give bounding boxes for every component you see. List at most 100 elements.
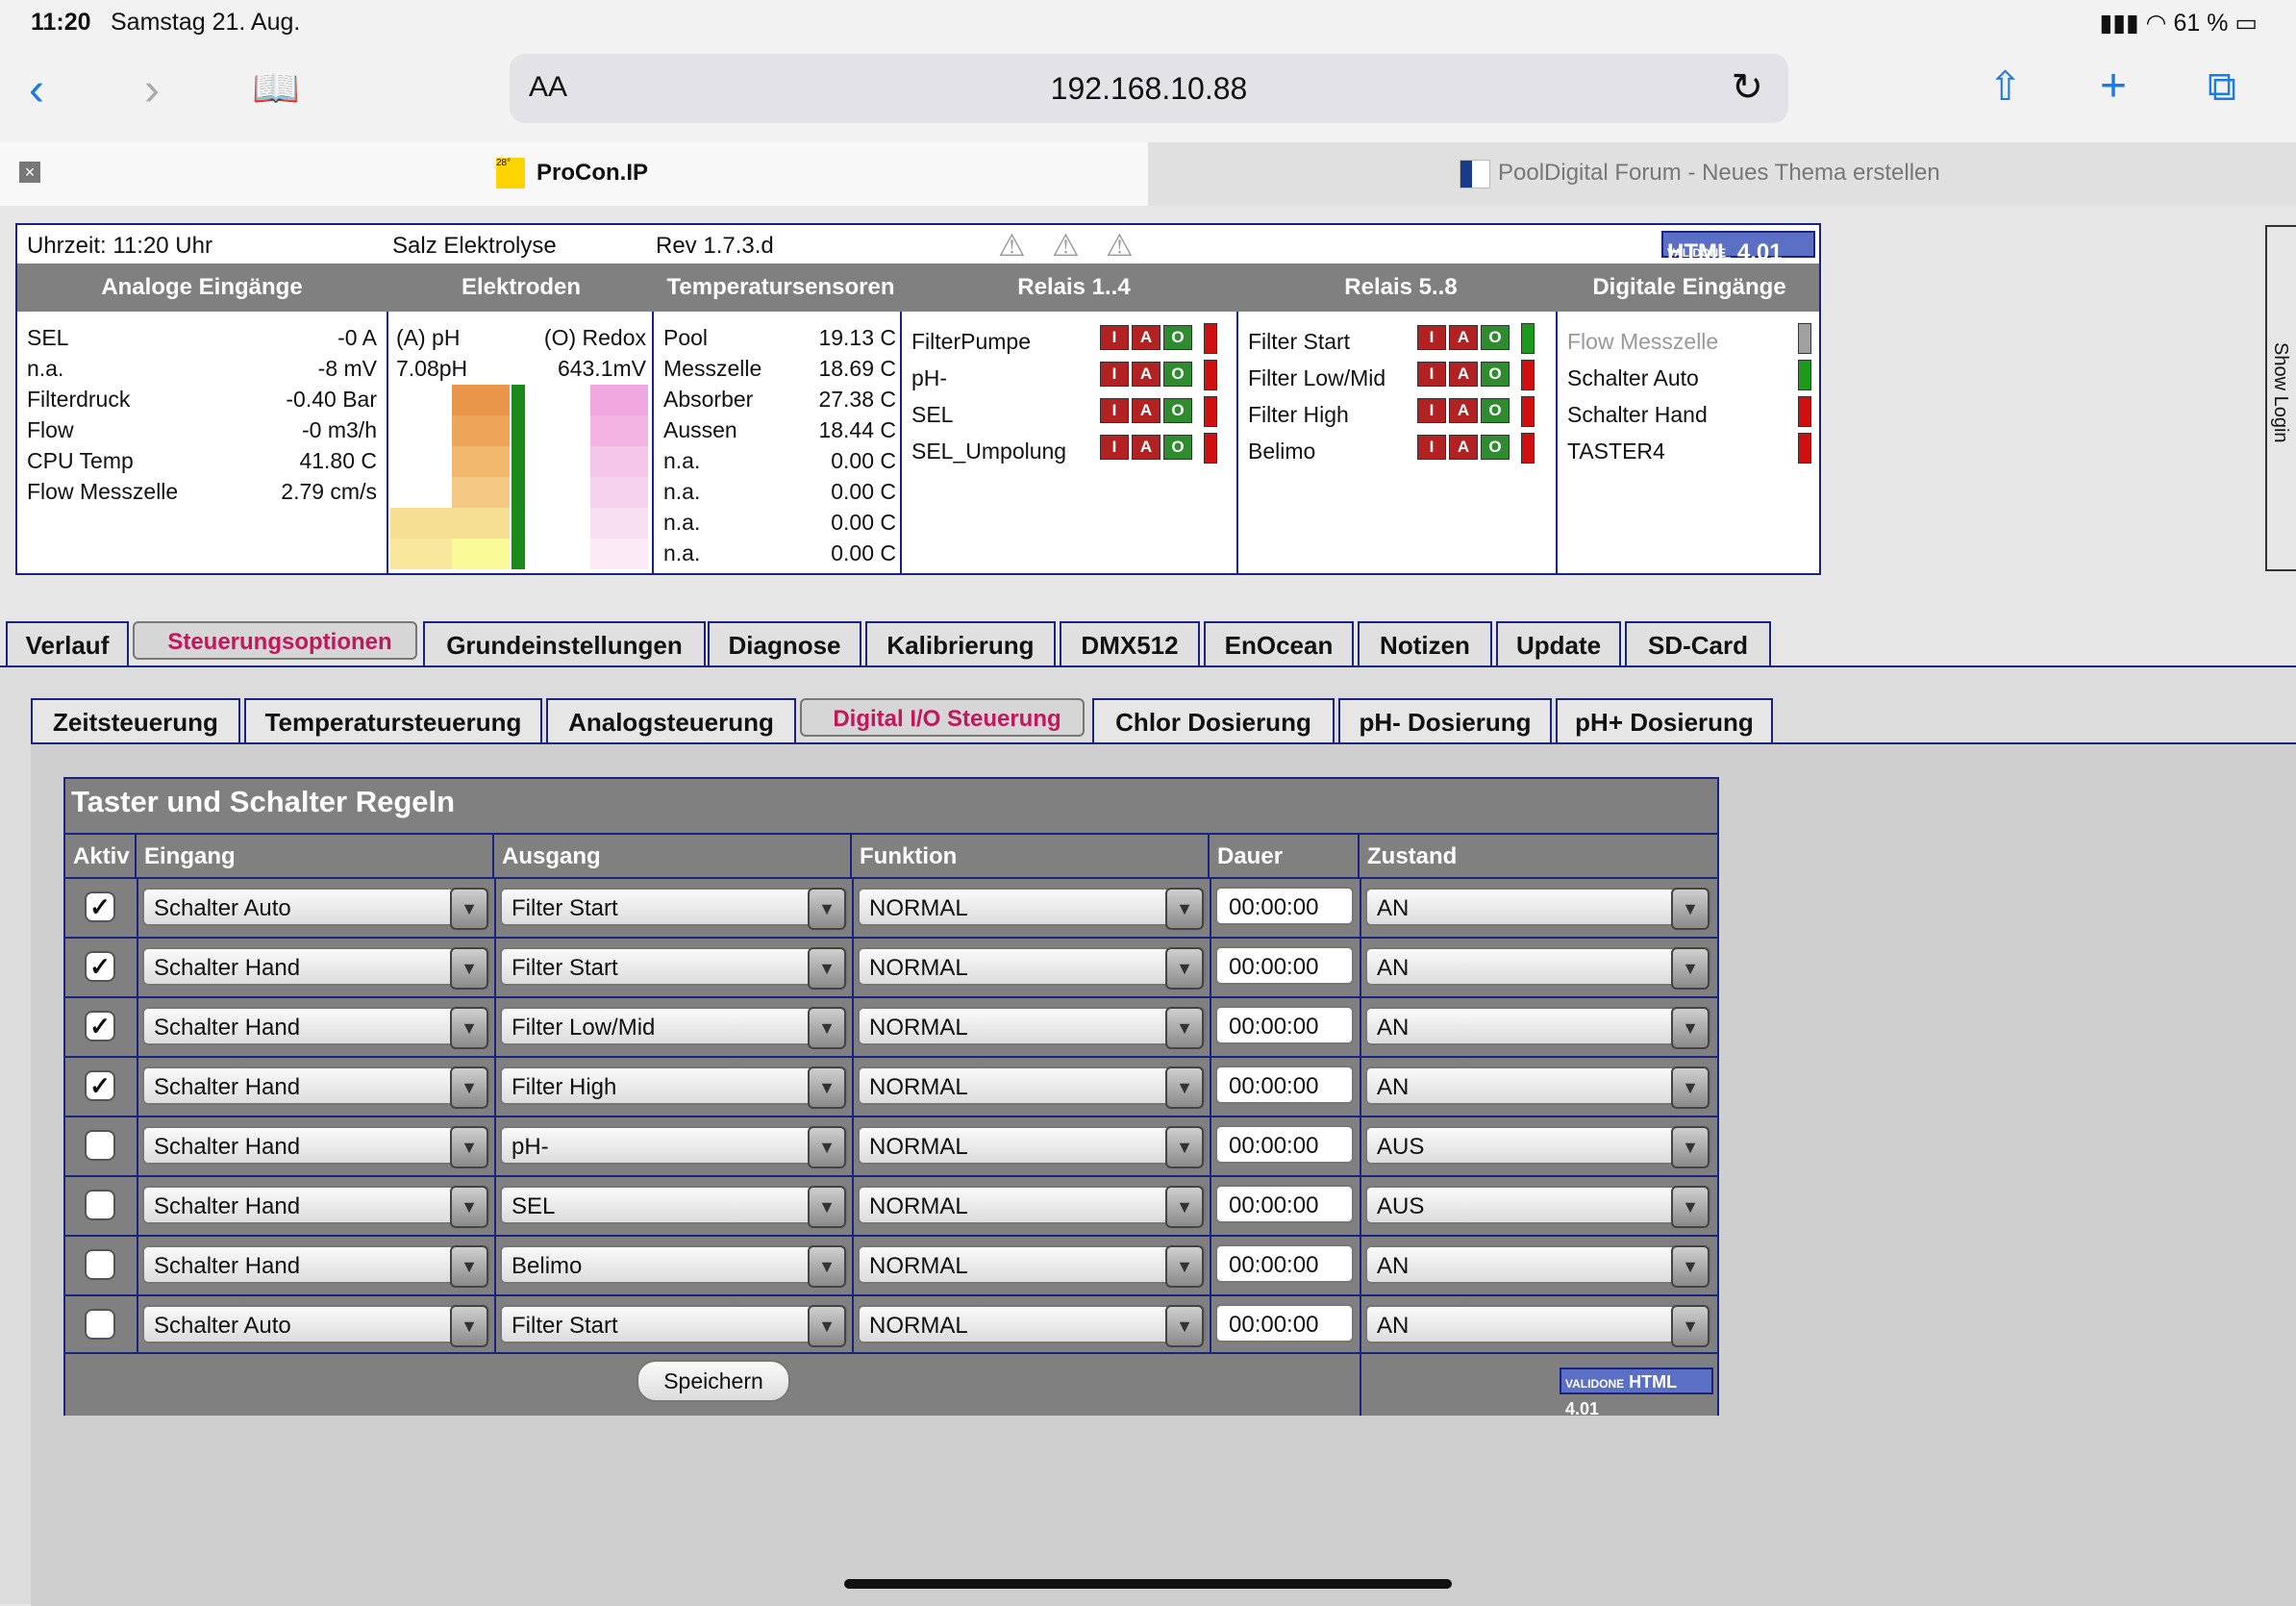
chevron-down-icon[interactable]: ▼ xyxy=(808,947,846,990)
tabs-overview-icon[interactable]: ⧉ xyxy=(2208,63,2236,110)
subtab-chlor-dosierung[interactable]: Chlor Dosierung xyxy=(1092,698,1335,744)
chevron-down-icon[interactable]: ▼ xyxy=(450,1305,488,1347)
chevron-down-icon[interactable]: ▼ xyxy=(1165,947,1204,990)
input-select[interactable]: Schalter Hand ▼ xyxy=(142,1066,490,1109)
relay-switch[interactable]: IAO xyxy=(1100,398,1215,423)
function-select[interactable]: NORMAL ▼ xyxy=(858,1305,1206,1347)
chevron-down-icon[interactable]: ▼ xyxy=(1165,1245,1204,1288)
relay-auto-button[interactable]: A xyxy=(1132,362,1160,387)
active-checkbox[interactable] xyxy=(85,1249,115,1280)
chevron-down-icon[interactable]: ▼ xyxy=(450,1007,488,1049)
output-select[interactable]: Filter Start ▼ xyxy=(500,947,848,990)
relay-switch[interactable]: IAO xyxy=(1100,325,1215,350)
chevron-down-icon[interactable]: ▼ xyxy=(450,1126,488,1168)
output-select[interactable]: Filter Start ▼ xyxy=(500,888,848,930)
duration-input[interactable]: 00:00:00 xyxy=(1215,1244,1354,1283)
input-select[interactable]: Schalter Hand ▼ xyxy=(142,1126,490,1168)
chevron-down-icon[interactable]: ▼ xyxy=(1671,1066,1710,1109)
state-select[interactable]: AUS ▼ xyxy=(1365,1186,1711,1228)
active-checkbox-checked[interactable]: ✓ xyxy=(85,951,115,982)
relay-auto-button[interactable]: A xyxy=(1449,435,1478,460)
state-select[interactable]: AUS ▼ xyxy=(1365,1126,1711,1168)
relay-off-button[interactable]: I xyxy=(1100,325,1129,350)
subtab-digital-io[interactable]: Digital I/O Steuerung xyxy=(800,698,1085,737)
active-checkbox-checked[interactable]: ✓ xyxy=(85,1070,115,1101)
new-tab-icon[interactable]: + xyxy=(2100,63,2127,110)
chevron-down-icon[interactable]: ▼ xyxy=(1165,1305,1204,1347)
relay-off-button[interactable]: I xyxy=(1100,435,1129,460)
tab-grundeinstellungen[interactable]: Grundeinstellungen xyxy=(423,621,706,667)
duration-input[interactable]: 00:00:00 xyxy=(1215,1185,1354,1223)
relay-switch[interactable]: IAO xyxy=(1417,398,1533,423)
input-select[interactable]: Schalter Hand ▼ xyxy=(142,947,490,990)
state-select[interactable]: AN ▼ xyxy=(1365,947,1711,990)
relay-auto-button[interactable]: A xyxy=(1132,325,1160,350)
chevron-down-icon[interactable]: ▼ xyxy=(1671,1186,1710,1228)
relay-off-button[interactable]: I xyxy=(1417,325,1446,350)
active-checkbox[interactable] xyxy=(85,1309,115,1340)
chevron-down-icon[interactable]: ▼ xyxy=(450,947,488,990)
active-checkbox-checked[interactable]: ✓ xyxy=(85,891,115,922)
tab-update[interactable]: Update xyxy=(1496,621,1621,667)
browser-tab-procon[interactable]: × 28° ProCon.IP xyxy=(0,142,1148,206)
input-select[interactable]: Schalter Hand ▼ xyxy=(142,1186,490,1228)
output-select[interactable]: Filter Start ▼ xyxy=(500,1305,848,1347)
tab-sd-card[interactable]: SD-Card xyxy=(1625,621,1771,667)
validator-badge[interactable]: VALIDONE HTML 4.01 xyxy=(1661,231,1815,265)
input-select[interactable]: Schalter Auto ▼ xyxy=(142,888,490,930)
duration-input[interactable]: 00:00:00 xyxy=(1215,946,1354,985)
chevron-down-icon[interactable]: ▼ xyxy=(450,888,488,930)
chevron-down-icon[interactable]: ▼ xyxy=(450,1066,488,1109)
function-select[interactable]: NORMAL ▼ xyxy=(858,1066,1206,1109)
relay-auto-button[interactable]: A xyxy=(1132,435,1160,460)
tab-steuerungsoptionen[interactable]: Steuerungsoptionen xyxy=(133,621,417,660)
input-select[interactable]: Schalter Hand ▼ xyxy=(142,1007,490,1049)
state-select[interactable]: AN ▼ xyxy=(1365,1245,1711,1288)
chevron-down-icon[interactable]: ▼ xyxy=(1165,1186,1204,1228)
relay-on-button[interactable]: O xyxy=(1481,435,1510,460)
close-tab-icon[interactable]: × xyxy=(19,162,40,183)
validator-badge[interactable]: VALIDONE HTML 4.01 xyxy=(1560,1368,1713,1418)
subtab-zeitsteuerung[interactable]: Zeitsteuerung xyxy=(31,698,240,744)
function-select[interactable]: NORMAL ▼ xyxy=(858,1126,1206,1168)
chevron-down-icon[interactable]: ▼ xyxy=(808,1066,846,1109)
duration-input[interactable]: 00:00:00 xyxy=(1215,1066,1354,1104)
relay-auto-button[interactable]: A xyxy=(1449,362,1478,387)
chevron-down-icon[interactable]: ▼ xyxy=(1671,947,1710,990)
function-select[interactable]: NORMAL ▼ xyxy=(858,1186,1206,1228)
chevron-down-icon[interactable]: ▼ xyxy=(1671,1245,1710,1288)
chevron-down-icon[interactable]: ▼ xyxy=(1165,1066,1204,1109)
chevron-down-icon[interactable]: ▼ xyxy=(1165,1007,1204,1049)
tab-verlauf[interactable]: Verlauf xyxy=(6,621,129,667)
duration-input[interactable]: 00:00:00 xyxy=(1215,1304,1354,1343)
relay-on-button[interactable]: O xyxy=(1481,325,1510,350)
chevron-down-icon[interactable]: ▼ xyxy=(808,1245,846,1288)
relay-switch[interactable]: IAO xyxy=(1100,362,1215,387)
tab-enocean[interactable]: EnOcean xyxy=(1204,621,1354,667)
relay-auto-button[interactable]: A xyxy=(1132,398,1160,423)
chevron-down-icon[interactable]: ▼ xyxy=(1671,888,1710,930)
relay-on-button[interactable]: O xyxy=(1481,398,1510,423)
function-select[interactable]: NORMAL ▼ xyxy=(858,1007,1206,1049)
forward-icon[interactable]: › xyxy=(144,67,160,113)
state-select[interactable]: AN ▼ xyxy=(1365,1305,1711,1347)
chevron-down-icon[interactable]: ▼ xyxy=(808,1007,846,1049)
output-select[interactable]: Belimo ▼ xyxy=(500,1245,848,1288)
relay-off-button[interactable]: I xyxy=(1100,398,1129,423)
chevron-down-icon[interactable]: ▼ xyxy=(1671,1007,1710,1049)
chevron-down-icon[interactable]: ▼ xyxy=(808,1126,846,1168)
tab-notizen[interactable]: Notizen xyxy=(1358,621,1492,667)
input-select[interactable]: Schalter Auto ▼ xyxy=(142,1305,490,1347)
duration-input[interactable]: 00:00:00 xyxy=(1215,1125,1354,1164)
relay-switch[interactable]: IAO xyxy=(1417,325,1533,350)
tab-dmx512[interactable]: DMX512 xyxy=(1060,621,1200,667)
function-select[interactable]: NORMAL ▼ xyxy=(858,947,1206,990)
share-icon[interactable]: ⇧ xyxy=(1988,63,2022,110)
show-login-button[interactable]: Show Login xyxy=(2265,225,2296,571)
subtab-temperatursteuerung[interactable]: Temperatursteuerung xyxy=(244,698,542,744)
relay-switch[interactable]: IAO xyxy=(1100,435,1215,460)
bookmarks-icon[interactable]: 📖 xyxy=(252,65,300,112)
chevron-down-icon[interactable]: ▼ xyxy=(450,1186,488,1228)
tab-kalibrierung[interactable]: Kalibrierung xyxy=(865,621,1056,667)
relay-off-button[interactable]: I xyxy=(1417,435,1446,460)
